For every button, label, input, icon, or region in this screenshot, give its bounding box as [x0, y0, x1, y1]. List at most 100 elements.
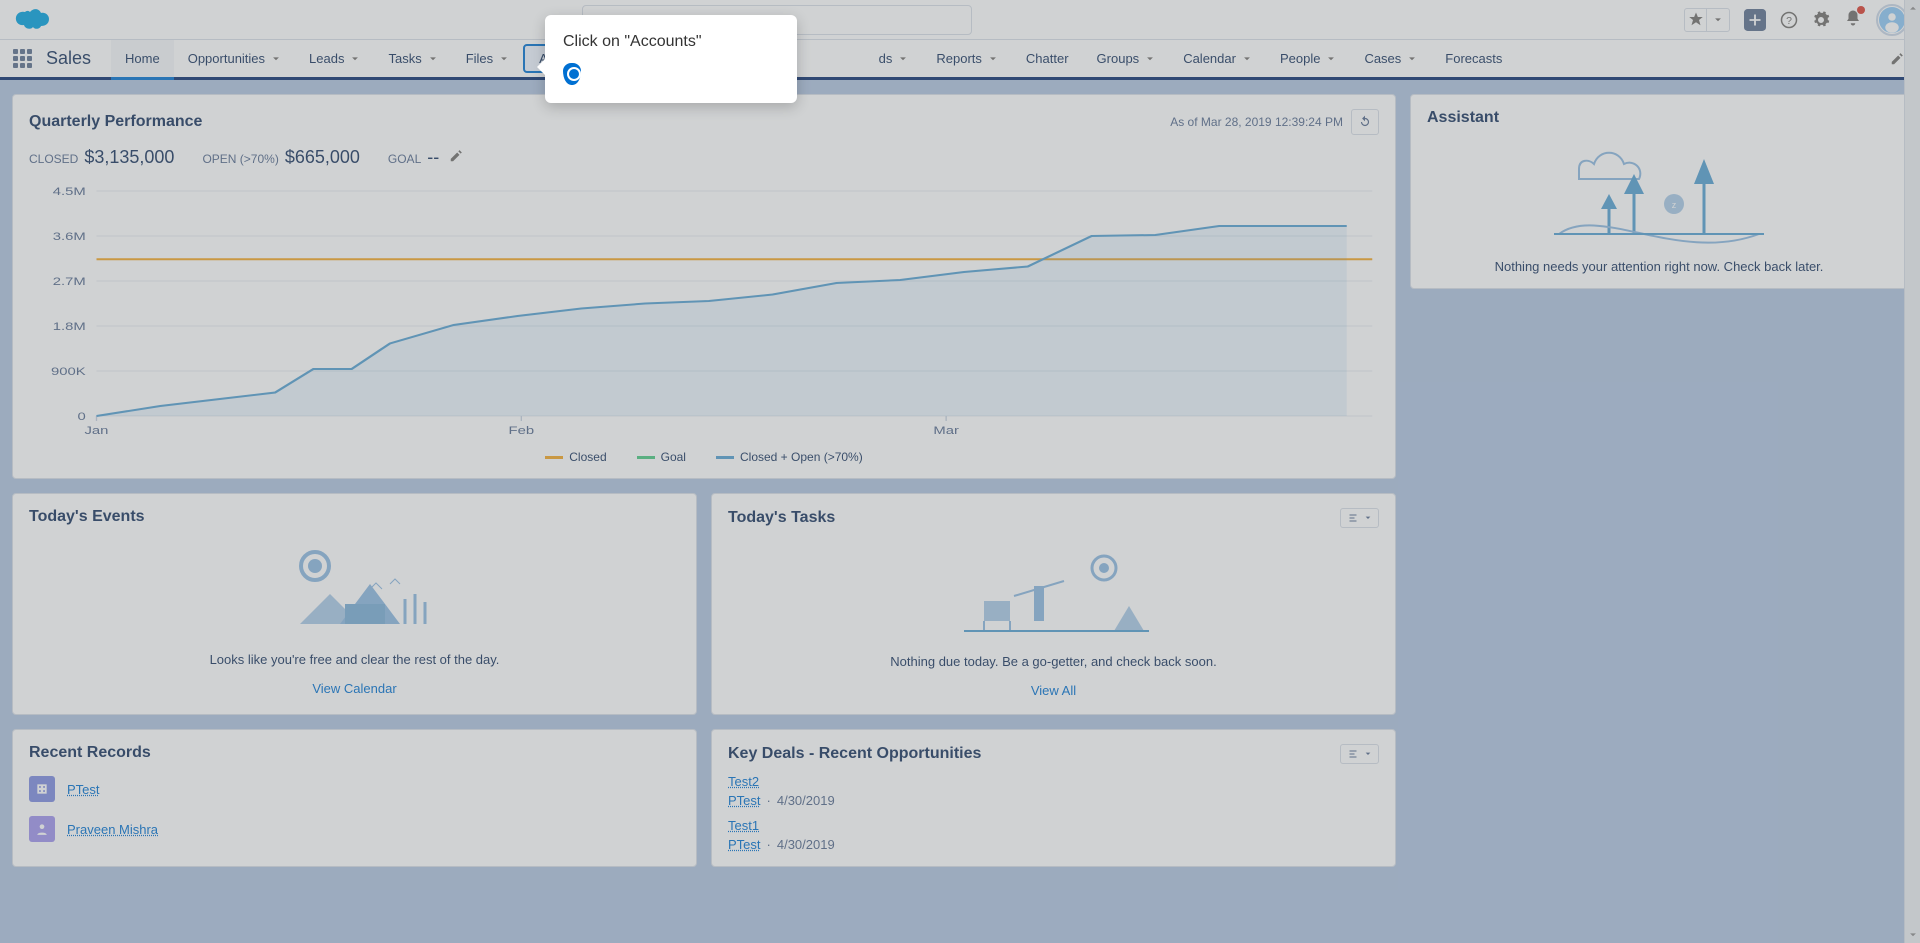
settings-icon — [1347, 512, 1361, 524]
deal-date: 4/30/2019 — [777, 837, 835, 852]
legend-goal: Goal — [661, 450, 686, 464]
tasks-illustration — [728, 546, 1379, 636]
goal-label: GOAL — [388, 152, 421, 166]
pencil-icon — [1890, 52, 1904, 66]
legend-combined: Closed + Open (>70%) — [740, 450, 863, 464]
chevron-down-icon — [1326, 54, 1336, 64]
help-icon[interactable]: ? — [1780, 11, 1798, 29]
nav-item-label: Leads — [309, 51, 344, 66]
nav-item-label: Calendar — [1183, 51, 1236, 66]
nav-item-label: Opportunities — [188, 51, 265, 66]
deal-row: Test2PTest·4/30/2019 — [728, 774, 1379, 808]
legend-closed: Closed — [569, 450, 606, 464]
app-launcher[interactable] — [8, 40, 36, 77]
nav-item-forecasts[interactable]: Forecasts — [1431, 40, 1516, 77]
record-link[interactable]: PTest — [67, 782, 100, 797]
todays-tasks-card: Today's Tasks Nothing due today. Be a go… — [711, 493, 1396, 715]
edit-goal-button[interactable] — [449, 149, 463, 163]
nav-item-label: Files — [466, 51, 493, 66]
deals-filter-button[interactable] — [1340, 744, 1379, 764]
view-all-tasks-link[interactable]: View All — [728, 673, 1379, 700]
chevron-down-icon — [1364, 514, 1372, 522]
svg-text:Feb: Feb — [509, 424, 535, 437]
tour-tooltip-icon — [563, 63, 581, 85]
chevron-down-icon — [1713, 11, 1723, 29]
events-empty-text: Looks like you're free and clear the res… — [29, 652, 680, 667]
quarterly-title: Quarterly Performance — [29, 113, 202, 131]
recent-records-card: Recent Records PTestPraveen Mishra — [12, 729, 697, 867]
record-row: PTest — [29, 776, 680, 802]
deal-account-link[interactable]: PTest — [728, 793, 761, 808]
nav-item-label: Reports — [936, 51, 982, 66]
assistant-card: Assistant z Nothing needs your attention… — [1410, 94, 1908, 289]
svg-text:900K: 900K — [51, 365, 86, 378]
view-calendar-link[interactable]: View Calendar — [29, 671, 680, 698]
svg-text:Mar: Mar — [933, 424, 959, 437]
scroll-up-button[interactable] — [1905, 0, 1920, 16]
deal-date: 4/30/2019 — [777, 793, 835, 808]
notification-button[interactable] — [1844, 9, 1862, 30]
page-scrollbar[interactable] — [1904, 0, 1920, 943]
chevron-down-icon — [428, 54, 438, 64]
chevron-down-icon — [1145, 54, 1155, 64]
chevron-down-icon — [898, 54, 908, 64]
settings-icon — [1347, 748, 1361, 760]
closed-label: CLOSED — [29, 152, 78, 166]
refresh-button[interactable] — [1351, 109, 1379, 135]
svg-text:2.7M: 2.7M — [53, 275, 86, 288]
closed-value: $3,135,000 — [84, 147, 174, 167]
svg-text:z: z — [1672, 200, 1677, 210]
deal-account-link[interactable]: PTest — [728, 837, 761, 852]
add-icon[interactable] — [1744, 9, 1766, 31]
nav-item-people[interactable]: People — [1266, 40, 1350, 77]
avatar-icon — [1883, 11, 1901, 29]
nav-item-label: Forecasts — [1445, 51, 1502, 66]
nav-item-opportunities[interactable]: Opportunities — [174, 40, 295, 77]
tasks-empty-text: Nothing due today. Be a go-getter, and c… — [728, 654, 1379, 669]
as-of-timestamp: As of Mar 28, 2019 12:39:24 PM — [1170, 115, 1343, 129]
svg-text:?: ? — [1786, 14, 1792, 26]
open-value: $665,000 — [285, 147, 360, 167]
chevron-down-icon — [271, 54, 281, 64]
global-header: ? — [0, 0, 1920, 40]
deal-name-link[interactable]: Test1 — [728, 818, 759, 833]
nav-item-cases[interactable]: Cases — [1350, 40, 1431, 77]
key-deals-card: Key Deals - Recent Opportunities Test2 PT… — [711, 729, 1396, 867]
nav-item-tasks[interactable]: Tasks — [374, 40, 451, 77]
chart-legend: Closed Goal Closed + Open (>70%) — [29, 450, 1379, 464]
nav-item-leads[interactable]: Leads — [295, 40, 374, 77]
tour-tooltip: Click on "Accounts" — [545, 15, 797, 103]
nav-item-calendar[interactable]: Calendar — [1169, 40, 1266, 77]
deal-row: Test1PTest·4/30/2019 — [728, 818, 1379, 852]
header-actions: ? — [1684, 4, 1908, 36]
tasks-filter-button[interactable] — [1340, 508, 1379, 528]
nav-item-label: Chatter — [1026, 51, 1069, 66]
app-name: Sales — [36, 40, 111, 77]
svg-text:4.5M: 4.5M — [53, 185, 86, 198]
nav-item-label: Groups — [1097, 51, 1140, 66]
chevron-down-icon — [1407, 54, 1417, 64]
assistant-title: Assistant — [1427, 109, 1891, 127]
scroll-down-button[interactable] — [1905, 927, 1920, 943]
star-icon — [1687, 11, 1705, 29]
svg-text:Jan: Jan — [85, 424, 109, 437]
nav-item-ds[interactable]: ds — [865, 40, 923, 77]
nav-item-files[interactable]: Files — [452, 40, 523, 77]
salesforce-logo — [12, 6, 52, 34]
chevron-down-icon — [499, 54, 509, 64]
tour-tooltip-text: Click on "Accounts" — [563, 33, 779, 51]
todays-events-card: Today's Events Looks like you're free an… — [12, 493, 697, 715]
assistant-empty-text: Nothing needs your attention right now. … — [1427, 259, 1891, 274]
nav-item-reports[interactable]: Reports — [922, 40, 1012, 77]
nav-item-groups[interactable]: Groups — [1083, 40, 1170, 77]
nav-item-home[interactable]: Home — [111, 40, 174, 80]
nav-item-label: Tasks — [388, 51, 421, 66]
nav-item-chatter[interactable]: Chatter — [1012, 40, 1083, 77]
assistant-illustration: z — [1427, 139, 1891, 249]
gear-icon[interactable] — [1812, 11, 1830, 29]
deals-title: Key Deals - Recent Opportunities — [728, 745, 981, 763]
record-link[interactable]: Praveen Mishra — [67, 822, 158, 837]
contact-icon — [29, 816, 55, 842]
deal-name-link[interactable]: Test2 — [728, 774, 759, 789]
favorites-button[interactable] — [1684, 8, 1730, 32]
